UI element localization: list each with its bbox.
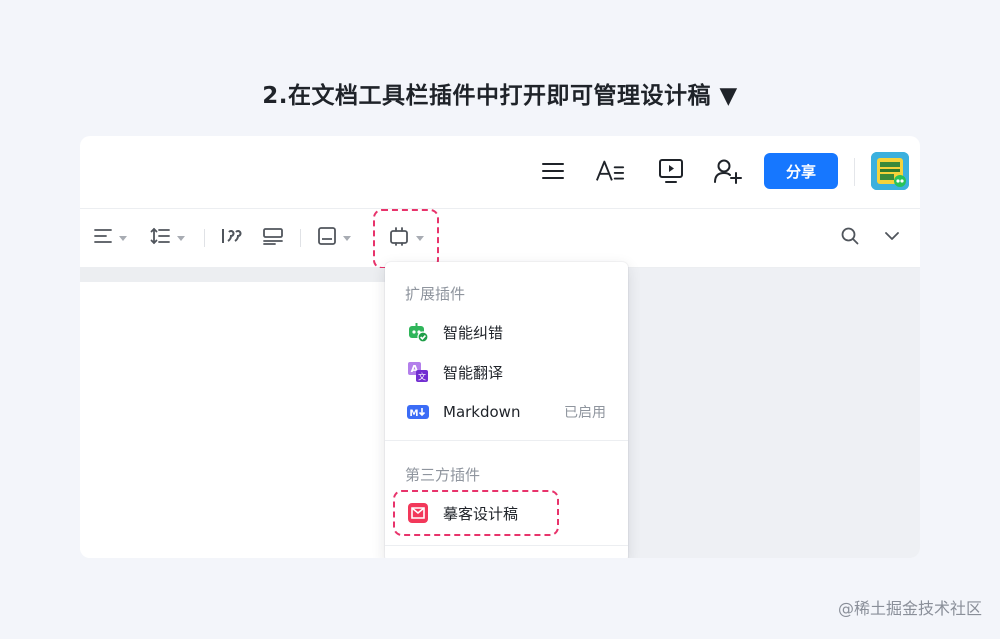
caret-down-icon xyxy=(177,235,185,241)
format-toolbar xyxy=(80,209,920,269)
menu-divider xyxy=(385,440,628,441)
menu-item-translate[interactable]: A文 智能翻译 xyxy=(391,354,622,390)
svg-text:文: 文 xyxy=(418,372,426,382)
chevron-down-icon xyxy=(884,228,900,248)
highlight-block-button[interactable] xyxy=(263,225,283,251)
markdown-icon: M xyxy=(407,401,429,423)
mockplus-highlight-outline xyxy=(393,490,559,536)
line-spacing-dropdown[interactable] xyxy=(150,225,185,251)
instruction-caption: 2.在文档工具栏插件中打开即可管理设计稿 ▼ xyxy=(262,83,738,109)
menu-divider xyxy=(385,545,628,546)
menu-item-markdown[interactable]: M Markdown 已启用 xyxy=(391,394,622,430)
card-dropdown[interactable] xyxy=(318,225,351,251)
toolbar-divider xyxy=(204,229,205,247)
caret-down-icon xyxy=(416,235,424,241)
menu-item-label: 智能翻译 xyxy=(443,363,504,382)
align-icon xyxy=(94,228,112,248)
card-icon xyxy=(318,227,336,249)
watermark: @稀土掘金技术社区 xyxy=(837,599,982,618)
caret-down-icon xyxy=(343,235,351,241)
menu-item-label: 智能纠错 xyxy=(443,323,504,342)
highlight-block-icon xyxy=(263,227,283,249)
caret-down-icon xyxy=(119,235,127,241)
share-button[interactable]: 分享 xyxy=(764,153,838,189)
status-label: 已启用 xyxy=(564,405,606,421)
collapse-button[interactable] xyxy=(884,225,900,251)
align-dropdown[interactable] xyxy=(94,225,127,251)
menu-icon[interactable] xyxy=(538,156,568,186)
search-button[interactable] xyxy=(841,225,859,251)
top-bar: 分享 xyxy=(80,136,920,209)
svg-text:M: M xyxy=(410,409,419,419)
add-user-icon[interactable] xyxy=(713,156,743,186)
section-title-third-party: 第三方插件 xyxy=(405,466,481,484)
quote-icon xyxy=(221,228,243,248)
menu-item-label: Markdown xyxy=(443,403,521,421)
avatar[interactable] xyxy=(871,152,909,190)
side-margin xyxy=(628,268,920,558)
quote-button[interactable] xyxy=(221,225,243,251)
plugin-menu: 扩展插件 智能纠错 A文 智能翻译 M Markdown 已启用 第三方插件 摹… xyxy=(385,262,628,558)
plugin-icon xyxy=(389,226,409,250)
search-icon xyxy=(841,227,859,249)
divider xyxy=(854,158,855,186)
menu-item-smart-correct[interactable]: 智能纠错 xyxy=(391,314,622,350)
section-title-extensions: 扩展插件 xyxy=(405,285,466,303)
line-spacing-icon xyxy=(150,227,170,249)
smart-correct-icon xyxy=(407,321,429,343)
toolbar-divider xyxy=(300,229,301,247)
doc-editor-panel: 分享 扩展插件 智能纠错 A 文 智能翻译 M Markdown 已启用 第三方… xyxy=(80,136,920,558)
present-icon[interactable] xyxy=(656,156,686,186)
translate-icon: A文 xyxy=(407,361,429,383)
plugin-dropdown[interactable] xyxy=(389,225,424,251)
text-format-icon[interactable] xyxy=(595,156,625,186)
